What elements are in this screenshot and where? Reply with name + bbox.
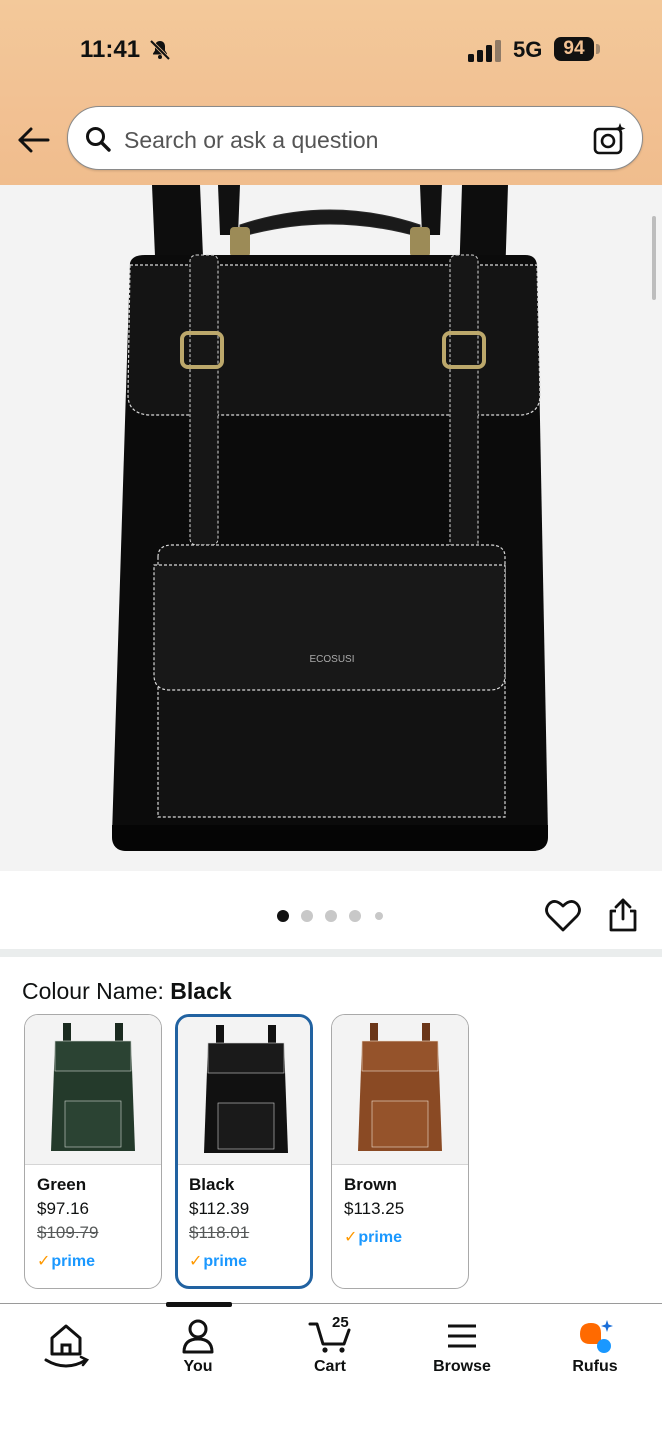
bottom-nav: You 25 Cart Browse Rufus <box>0 1303 662 1440</box>
silent-bell-icon <box>149 39 171 61</box>
variant-card-black[interactable]: Black $112.39 $118.01 ✓prime <box>175 1014 313 1289</box>
variant-card-brown[interactable]: Brown $113.25 ✓prime <box>331 1014 469 1289</box>
search-icon <box>86 127 111 152</box>
menu-icon <box>448 1324 476 1348</box>
prime-badge: ✓prime <box>37 1253 95 1270</box>
nav-cart-label: Cart <box>313 1358 346 1375</box>
variant-price: $97.16 <box>37 1199 89 1218</box>
variant-name: Black <box>189 1175 235 1194</box>
active-tab-indicator <box>166 1302 232 1307</box>
prime-check-icon: ✓ <box>37 1253 51 1270</box>
prime-badge: ✓prime <box>189 1253 247 1270</box>
home-icon <box>44 1324 90 1368</box>
variant-price: $112.39 <box>189 1199 250 1218</box>
carousel-dot[interactable] <box>301 910 313 922</box>
app-header: 11:41 5G 94 Search or ask a question <box>0 0 662 185</box>
back-arrow-icon[interactable] <box>14 120 54 160</box>
share-icon[interactable] <box>606 897 640 933</box>
search-input[interactable]: Search or ask a question <box>124 127 378 154</box>
carousel-dot[interactable] <box>349 910 361 922</box>
rufus-icon <box>580 1320 613 1353</box>
variant-thumbnail <box>178 1017 310 1165</box>
prime-badge: ✓prime <box>344 1229 402 1246</box>
status-time: 11:41 <box>80 36 141 63</box>
variant-was-price: $118.01 <box>189 1223 250 1242</box>
variant-was-price: $109.79 <box>37 1223 99 1242</box>
scrollbar[interactable] <box>652 216 656 300</box>
nav-you[interactable]: You <box>143 1318 253 1388</box>
brand-mark: ECOSUSI <box>309 654 354 665</box>
variant-thumbnail <box>25 1015 161 1165</box>
variant-card-green[interactable]: Green $97.16 $109.79 ✓prime <box>24 1014 162 1289</box>
variant-name: Green <box>37 1175 87 1194</box>
cart-count-badge: 25 <box>332 1314 349 1331</box>
battery-nub <box>596 44 600 54</box>
nav-browse[interactable]: Browse <box>407 1318 517 1388</box>
variant-price: $113.25 <box>344 1199 405 1218</box>
section-divider <box>0 949 662 957</box>
nav-home[interactable] <box>11 1318 121 1388</box>
nav-cart[interactable]: 25 Cart <box>275 1314 385 1388</box>
network-type: 5G <box>513 37 543 62</box>
search-bar[interactable]: Search or ask a question <box>67 106 643 170</box>
backpack-illustration: ECOSUSI <box>112 185 548 851</box>
product-image[interactable]: ECOSUSI <box>0 185 662 871</box>
person-icon <box>182 1319 214 1354</box>
heart-icon[interactable] <box>545 899 581 933</box>
carousel-dot[interactable] <box>277 910 289 922</box>
nav-browse-label: Browse <box>433 1358 491 1375</box>
nav-rufus[interactable]: Rufus <box>540 1318 650 1388</box>
colour-name-label: Colour Name: Black <box>22 978 232 1004</box>
selected-colour: Black <box>170 978 232 1004</box>
prime-check-icon: ✓ <box>189 1253 203 1270</box>
nav-rufus-label: Rufus <box>572 1358 618 1375</box>
camera-lens-icon[interactable] <box>592 121 628 157</box>
variant-name: Brown <box>344 1175 397 1194</box>
signal-icon <box>468 40 501 62</box>
prime-check-icon: ✓ <box>344 1229 358 1246</box>
nav-you-label: You <box>183 1358 213 1375</box>
carousel-dot[interactable] <box>325 910 337 922</box>
battery-icon: 94 <box>554 37 594 61</box>
carousel-dot[interactable] <box>375 912 383 920</box>
status-bar: 11:41 5G 94 <box>0 28 662 72</box>
variant-thumbnail <box>332 1015 468 1165</box>
image-carousel-controls <box>0 871 662 949</box>
